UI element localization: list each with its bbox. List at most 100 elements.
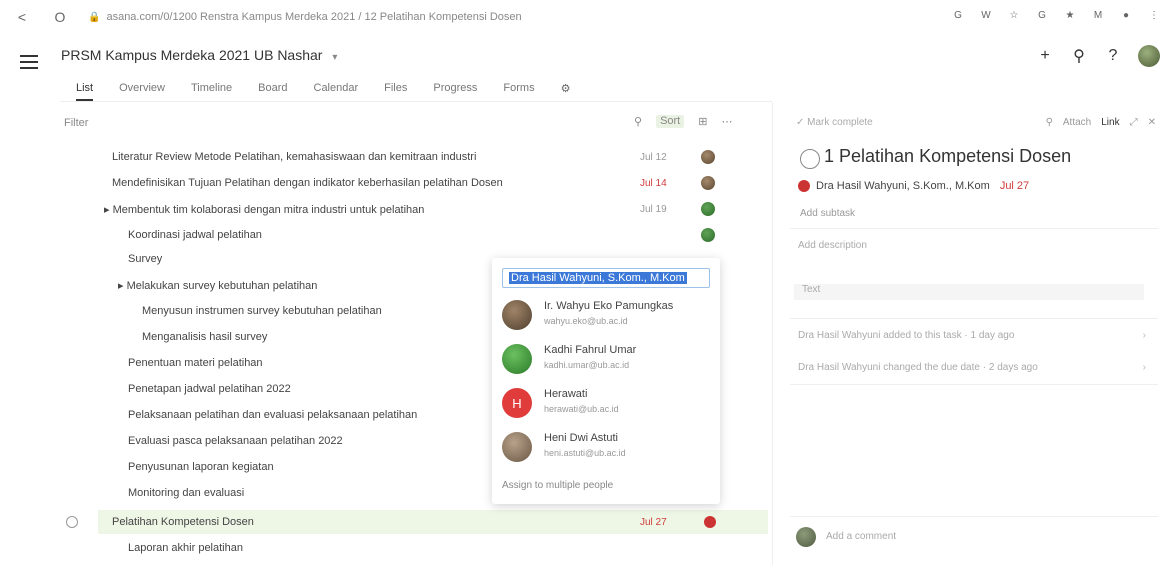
project-title[interactable]: PRSM Kampus Merdeka 2021 UB Nashar ▾ — [61, 47, 337, 63]
task-name: Pelaksanaan pelatihan dan evaluasi pelak… — [128, 409, 418, 421]
task-row[interactable]: Monitoring dan evaluasi — [128, 482, 244, 504]
task-row[interactable]: Laporan akhir pelatihan — [128, 537, 243, 559]
task-name: Literatur Review Metode Pelatihan, kemah… — [112, 151, 477, 163]
due-date: Jul 14 — [640, 177, 667, 189]
menu-kebab-icon[interactable]: ⋮ — [1146, 7, 1162, 23]
assignee-search-input[interactable]: Dra Hasil Wahyuni, S.Kom., M.Kom — [502, 268, 710, 288]
help-icon[interactable]: ? — [1104, 47, 1122, 65]
avatar[interactable] — [701, 176, 715, 190]
person-name: Kadhi Fahrul Umar — [544, 344, 637, 356]
task-row[interactable]: Penyusunan laporan kegiatan — [128, 456, 274, 478]
settings-icon[interactable]: ⚙ — [561, 82, 571, 101]
divider — [790, 318, 1158, 319]
link-button[interactable]: Link — [1101, 117, 1119, 128]
task-row[interactable]: Menyusun instrumen survey kebutuhan pela… — [142, 300, 382, 322]
task-row[interactable]: Penentuan materi pelatihan — [128, 352, 263, 374]
more-icon[interactable]: ⋯ — [721, 115, 732, 128]
comment-input[interactable]: Add a comment — [826, 531, 896, 542]
filter-button[interactable]: Filter — [64, 117, 88, 129]
sort-button[interactable]: Sort — [656, 115, 685, 128]
tab-forms[interactable]: Forms — [503, 82, 534, 101]
avatar — [502, 344, 532, 374]
avatar[interactable] — [701, 228, 715, 242]
due-date[interactable]: Jul 27 — [1000, 180, 1029, 192]
task-name: Menyusun instrumen survey kebutuhan pela… — [142, 305, 382, 317]
mark-complete-button[interactable]: ✓ Mark complete — [796, 117, 873, 128]
task-row[interactable]: Koordinasi jadwal pelatihan — [128, 224, 262, 246]
assignee-field[interactable]: Dra Hasil Wahyuni, S.Kom., M.Kom Jul 27 — [798, 180, 1029, 192]
person-email: kadhi.umar@ub.ac.id — [544, 360, 630, 370]
task-due: Jul 12 — [640, 146, 667, 168]
person-name: Ir. Wahyu Eko Pamungkas — [544, 300, 674, 312]
avatar[interactable] — [701, 202, 715, 216]
task-row[interactable]: Survey — [128, 248, 162, 270]
extension-icon[interactable]: ★ — [1062, 7, 1078, 23]
attach-button[interactable]: Attach — [1063, 117, 1091, 128]
chevron-right-icon[interactable]: › — [1143, 330, 1146, 341]
hamburger-menu-icon[interactable] — [20, 55, 38, 69]
task-row[interactable]: Penetapan jadwal pelatihan 2022 — [128, 378, 291, 400]
user-avatar[interactable] — [1138, 45, 1160, 67]
task-row-selected[interactable]: Pelatihan Kompetensi Dosen — [112, 511, 254, 533]
task-name: Menganalisis hasil survey — [142, 331, 268, 343]
due-date: Jul 27 — [640, 516, 667, 528]
grid-icon[interactable]: ⊞ — [698, 115, 707, 128]
reload-button[interactable]: O — [50, 7, 70, 27]
lock-icon: 🔒 — [88, 11, 101, 23]
task-row[interactable]: Literatur Review Metode Pelatihan, kemah… — [112, 146, 476, 168]
task-row[interactable]: Pelaksanaan pelatihan dan evaluasi pelak… — [128, 404, 417, 426]
extension-icon[interactable]: W — [978, 7, 994, 23]
task-name: ▸ Melakukan survey kebutuhan pelatihan — [118, 279, 318, 292]
tab-progress[interactable]: Progress — [433, 82, 477, 101]
avatar[interactable] — [701, 150, 715, 164]
assignee-option[interactable]: Kadhi Fahrul Umar kadhi.umar@ub.ac.id — [502, 342, 712, 378]
bookmark-star-icon[interactable]: ☆ — [1006, 7, 1022, 23]
tab-list[interactable]: List — [76, 82, 94, 101]
assignee-option[interactable]: H Herawati herawati@ub.ac.id — [502, 386, 712, 422]
task-row[interactable]: Evaluasi pasca pelaksanaan pelatihan 202… — [128, 430, 343, 452]
tab-files[interactable]: Files — [384, 82, 407, 101]
task-row[interactable]: ▸ Membentuk tim kolaborasi dengan mitra … — [104, 198, 424, 220]
avatar — [502, 300, 532, 330]
extension-icon[interactable]: G — [1034, 7, 1050, 23]
avatar[interactable] — [704, 516, 716, 528]
close-icon[interactable]: ✕ — [1148, 117, 1156, 128]
back-button[interactable]: < — [12, 7, 32, 27]
extension-icon[interactable]: M — [1090, 7, 1106, 23]
text-field[interactable]: Text — [794, 284, 1144, 300]
extension-icon[interactable]: G — [950, 7, 966, 23]
tab-board[interactable]: Board — [258, 82, 287, 101]
assignee-option[interactable]: Heni Dwi Astuti heni.astuti@ub.ac.id — [502, 430, 712, 466]
complete-check-icon[interactable] — [800, 149, 820, 169]
search-icon[interactable]: ⚲ — [634, 115, 642, 128]
add-subtask-button[interactable]: Add subtask — [800, 208, 855, 219]
search-icon[interactable]: ⚲ — [1046, 117, 1053, 128]
assignee-popup: Dra Hasil Wahyuni, S.Kom., M.Kom Ir. Wah… — [492, 258, 720, 504]
task-due: Jul 19 — [640, 198, 667, 220]
task-row[interactable]: Menganalisis hasil survey — [142, 326, 267, 348]
pane-divider — [772, 102, 773, 565]
assignee-option[interactable]: Ir. Wahyu Eko Pamungkas wahyu.eko@ub.ac.… — [502, 298, 712, 334]
expand-icon[interactable]: ⤢ — [1130, 117, 1138, 128]
search-icon[interactable]: ⚲ — [1070, 46, 1088, 66]
tab-timeline[interactable]: Timeline — [191, 82, 232, 101]
description-field[interactable]: Add description — [798, 240, 867, 251]
task-row[interactable]: Mendefinisikan Tujuan Pelatihan dengan i… — [112, 172, 503, 194]
task-title[interactable]: 1 Pelatihan Kompetensi Dosen — [824, 146, 1071, 167]
tab-calendar[interactable]: Calendar — [314, 82, 359, 101]
add-icon[interactable]: + — [1036, 47, 1054, 65]
task-name: Koordinasi jadwal pelatihan — [128, 229, 262, 241]
list-toolbar: ⚲ Sort ⊞ ⋯ — [634, 115, 732, 128]
task-row[interactable]: ▸ Melakukan survey kebutuhan pelatihan — [118, 274, 317, 296]
task-name: ▸ Membentuk tim kolaborasi dengan mitra … — [104, 203, 425, 216]
assign-multiple-link[interactable]: Assign to multiple people — [502, 480, 613, 491]
chevron-right-icon[interactable]: › — [1143, 362, 1146, 373]
tab-overview[interactable]: Overview — [119, 82, 165, 101]
avatar — [796, 527, 816, 547]
address-bar[interactable]: 🔒 asana.com/0/1200 Renstra Kampus Merdek… — [88, 6, 648, 28]
activity-item: Dra Hasil Wahyuni changed the due date ·… — [798, 362, 1038, 373]
task-checkbox[interactable] — [66, 516, 78, 528]
task-name: Penyusunan laporan kegiatan — [128, 461, 274, 473]
profile-icon[interactable]: ● — [1118, 7, 1134, 23]
divider — [790, 384, 1158, 385]
